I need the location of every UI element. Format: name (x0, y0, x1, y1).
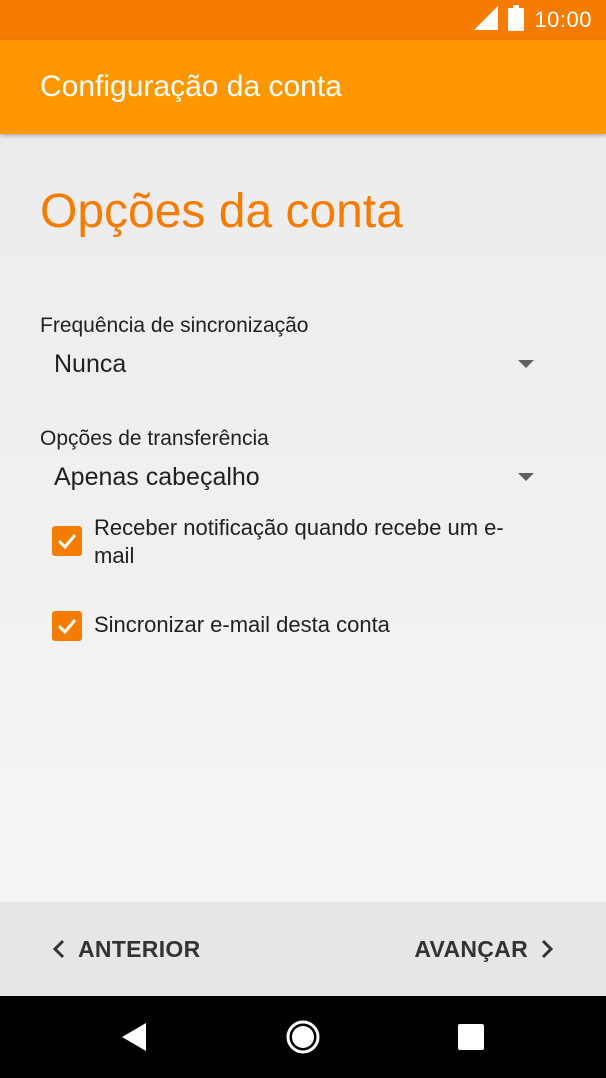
sync-email-checkbox-row[interactable]: Sincronizar e-mail desta conta (52, 609, 552, 643)
app-bar: Configuração da conta (0, 40, 606, 134)
sync-email-checkbox-label: Sincronizar e-mail desta conta (94, 612, 390, 637)
dropdown-arrow-icon (518, 360, 534, 368)
transfer-options-value: Apenas cabeçalho (54, 462, 260, 491)
back-icon (122, 1023, 146, 1051)
chevron-left-icon (52, 939, 65, 959)
sync-frequency-label: Frequência de sincronização (40, 314, 309, 337)
status-icons: 10:00 (474, 0, 592, 40)
page-title: Opções da conta (40, 185, 403, 238)
system-nav-bar (0, 996, 606, 1078)
signal-icon (474, 5, 499, 35)
recents-button[interactable] (451, 1017, 491, 1057)
content-area: Opções da conta Frequência de sincroniza… (0, 134, 606, 902)
transfer-options-dropdown[interactable]: Apenas cabeçalho (40, 455, 540, 499)
status-time: 10:00 (534, 7, 592, 32)
previous-button[interactable]: ANTERIOR (52, 902, 201, 996)
back-button[interactable] (116, 1017, 156, 1057)
notification-checkbox[interactable] (52, 526, 82, 556)
battery-icon (508, 4, 525, 36)
checkmark-icon (57, 619, 77, 635)
sync-email-checkbox[interactable] (52, 611, 82, 641)
home-button[interactable] (283, 1017, 323, 1057)
sync-frequency-value: Nunca (54, 349, 127, 378)
bottom-nav-bar: ANTERIOR AVANÇAR (0, 902, 606, 996)
sync-frequency-dropdown[interactable]: Nunca (40, 342, 540, 386)
checkmark-icon (57, 534, 77, 550)
notification-checkbox-label: Receber notificação quando recebe um e-m… (94, 515, 504, 568)
next-button-label: AVANÇAR (414, 935, 528, 962)
transfer-options-label: Opções de transferência (40, 427, 269, 450)
status-bar: 10:00 (0, 0, 606, 40)
recents-icon (458, 1024, 484, 1050)
next-button[interactable]: AVANÇAR (414, 902, 554, 996)
dropdown-arrow-icon (518, 473, 534, 481)
chevron-right-icon (541, 939, 554, 959)
home-icon (286, 1020, 320, 1054)
notification-checkbox-row[interactable]: Receber notificação quando recebe um e-m… (52, 514, 552, 574)
app-bar-title: Configuração da conta (40, 70, 342, 103)
previous-button-label: ANTERIOR (78, 935, 201, 962)
